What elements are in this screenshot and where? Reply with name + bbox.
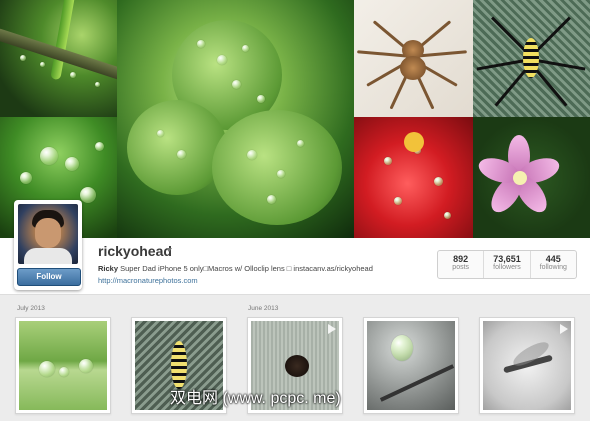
cover-photo-pink-flower[interactable] [473,117,590,238]
month-label-june: June 2013 [248,305,279,312]
cover-photo-brown-spider[interactable] [354,0,473,117]
stat-followers[interactable]: 73,651 followers [484,251,531,278]
play-icon [560,324,568,334]
profile-bio: Ricky Super Dad iPhone 5 only□Macros w/ … [98,264,373,273]
watermark: 双电网 (www. pcpc. me) [170,390,341,407]
stat-label: followers [493,264,521,271]
photo-thumb-droplets[interactable] [15,317,111,414]
profile-card: Follow [14,200,82,290]
stat-value: 892 [453,254,469,264]
photo-thumb-dragonfly[interactable] [479,317,575,414]
chevron-down-icon[interactable] [166,248,172,252]
month-label-july: July 2013 [17,305,45,312]
photo-thumb-water-drop[interactable] [363,317,459,414]
avatar[interactable] [18,204,78,264]
cover-photo-garden-spider[interactable] [473,0,590,117]
stat-value: 445 [545,254,561,264]
cover-photo-clover[interactable] [117,0,354,238]
stat-posts[interactable]: 892 posts [438,251,485,278]
cover-photo-red-flower[interactable] [354,117,473,238]
stat-following[interactable]: 445 following [531,251,576,278]
profile-stats: 892 posts 73,651 followers 445 following [437,250,577,279]
profile-website-link[interactable]: http://macronaturephotos.com [98,276,198,285]
profile-username: rickyohead [98,243,172,259]
stat-label: following [539,264,567,271]
profile-name: Ricky [98,264,119,273]
play-icon [328,324,336,334]
stat-label: posts [452,264,470,271]
cover-photo-stem[interactable] [0,0,117,117]
stat-value: 73,651 [493,254,521,264]
follow-button[interactable]: Follow [17,268,81,286]
cover-photo-collage [0,0,590,238]
profile-bio-text: Super Dad iPhone 5 only□Macros w/ Ollocl… [118,264,373,273]
